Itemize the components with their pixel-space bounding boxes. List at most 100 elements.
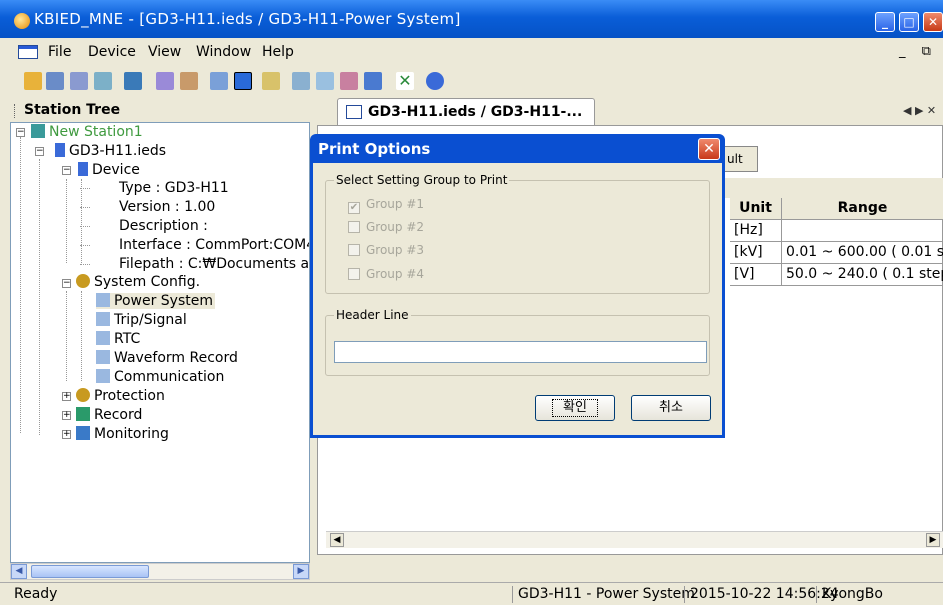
header-line-input[interactable] bbox=[334, 341, 707, 363]
upload-icon[interactable] bbox=[156, 72, 174, 90]
print-options-dialog: Print Options ✕ Select Setting Group to … bbox=[310, 134, 725, 438]
tree-node-monitoring[interactable]: Monitoring bbox=[76, 426, 169, 442]
group-4-checkbox[interactable]: Group #4 bbox=[348, 267, 424, 281]
cell-range[interactable] bbox=[782, 220, 943, 242]
setting-group-box: Select Setting Group to Print ✔ Group #1 … bbox=[325, 173, 710, 294]
expand-toggle[interactable]: + bbox=[62, 430, 71, 439]
tree-node-device[interactable]: Device bbox=[78, 162, 140, 178]
tab-navigation-arrows[interactable]: ◀ ▶ ✕ bbox=[903, 104, 936, 117]
collapse-toggle[interactable]: − bbox=[16, 128, 25, 137]
tree-node-record[interactable]: Record bbox=[76, 407, 142, 423]
close-window-button[interactable]: ✕ bbox=[923, 12, 943, 32]
tree-node-communication[interactable]: Communication bbox=[96, 369, 224, 385]
tree-icon[interactable] bbox=[124, 72, 142, 90]
save-icon[interactable] bbox=[46, 72, 64, 90]
cell-unit[interactable]: [kV] bbox=[730, 242, 782, 264]
monitor-icon bbox=[76, 426, 90, 440]
tree-node-power-system[interactable]: Power System bbox=[96, 293, 215, 309]
menu-file[interactable]: File bbox=[48, 44, 71, 60]
tree-horizontal-scrollbar[interactable]: ◀ ▶ bbox=[10, 563, 310, 580]
cell-unit[interactable]: [V] bbox=[730, 264, 782, 286]
ok-button[interactable]: 확인 bbox=[535, 395, 615, 421]
document-icon[interactable] bbox=[18, 45, 38, 59]
checkbox-checked-icon: ✔ bbox=[348, 202, 360, 214]
open-icon[interactable] bbox=[24, 72, 42, 90]
tree-node-version[interactable]: Version : 1.00 bbox=[119, 199, 215, 215]
group-3-checkbox[interactable]: Group #3 bbox=[348, 243, 424, 257]
expand-toggle[interactable]: + bbox=[62, 392, 71, 401]
menu-device[interactable]: Device bbox=[88, 44, 136, 60]
download-icon[interactable] bbox=[180, 72, 198, 90]
result-button[interactable]: ult bbox=[722, 146, 758, 172]
scroll-right-arrow-icon[interactable]: ▶ bbox=[293, 564, 309, 579]
mdi-controls[interactable]: _ ⧉ ✕ bbox=[899, 44, 943, 59]
save-all-icon[interactable] bbox=[70, 72, 88, 90]
cell-unit[interactable]: [Hz] bbox=[730, 220, 782, 242]
gears-icon bbox=[76, 388, 90, 402]
wrench-doc-icon bbox=[96, 312, 110, 326]
expand-toggle[interactable]: + bbox=[62, 411, 71, 420]
waveform-icon[interactable] bbox=[340, 72, 358, 90]
collapse-toggle[interactable]: − bbox=[62, 166, 71, 175]
menu-help[interactable]: Help bbox=[262, 44, 294, 60]
tree-node-trip-signal[interactable]: Trip/Signal bbox=[96, 312, 187, 328]
collapse-toggle[interactable]: − bbox=[62, 279, 71, 288]
tree-node-description[interactable]: Description : bbox=[119, 218, 208, 234]
window-icon[interactable] bbox=[292, 72, 310, 90]
scroll-left-arrow-icon[interactable]: ◀ bbox=[11, 564, 27, 579]
status-ready: Ready bbox=[14, 586, 58, 602]
tree-node-waveform-record[interactable]: Waveform Record bbox=[96, 350, 238, 366]
content-horizontal-scrollbar[interactable]: ◀ ▶ bbox=[326, 531, 943, 548]
cancel-x-icon[interactable]: ✕ bbox=[396, 72, 414, 90]
column-header-range[interactable]: Range bbox=[782, 198, 943, 220]
record-icon bbox=[76, 407, 90, 421]
gears-icon bbox=[76, 274, 90, 288]
header-line-box: Header Line bbox=[325, 308, 710, 376]
connect-icon[interactable] bbox=[94, 72, 112, 90]
tree-node-interface[interactable]: Interface : CommPort:COM4, B bbox=[119, 237, 309, 253]
group-2-checkbox[interactable]: Group #2 bbox=[348, 220, 424, 234]
wrench-doc-icon bbox=[96, 331, 110, 345]
window-title: KBIED_MNE - [GD3-H11.ieds / GD3-H11-Powe… bbox=[34, 10, 461, 28]
tree-node-rtc[interactable]: RTC bbox=[96, 331, 140, 347]
device-icon bbox=[78, 162, 88, 176]
settings-icon[interactable] bbox=[210, 72, 228, 90]
status-user: KyongBo bbox=[822, 586, 883, 602]
tree-node-protection[interactable]: Protection bbox=[76, 388, 165, 404]
tree-node-system-config[interactable]: System Config. bbox=[76, 274, 200, 290]
cell-range[interactable]: 50.0 ~ 240.0 ( 0.1 step ) bbox=[782, 264, 943, 286]
scroll-left-arrow-icon[interactable]: ◀ bbox=[330, 533, 344, 547]
menu-window[interactable]: Window bbox=[196, 44, 251, 60]
collapse-toggle[interactable]: − bbox=[35, 147, 44, 156]
dialog-close-icon[interactable]: ✕ bbox=[698, 138, 720, 160]
document-icon bbox=[346, 105, 362, 119]
header-line-label: Header Line bbox=[334, 308, 411, 322]
station-icon bbox=[31, 124, 45, 138]
wrench-doc-icon bbox=[96, 350, 110, 364]
scroll-right-arrow-icon[interactable]: ▶ bbox=[926, 533, 940, 547]
chart-icon[interactable] bbox=[316, 72, 334, 90]
cell-range[interactable]: 0.01 ~ 600.00 ( 0.01 step bbox=[782, 242, 943, 264]
menu-bar: File Device View Window Help _ ⧉ ✕ bbox=[0, 38, 943, 66]
maximize-button[interactable]: □ bbox=[899, 12, 919, 32]
help-icon[interactable] bbox=[426, 72, 444, 90]
cancel-button[interactable]: 취소 bbox=[631, 395, 711, 421]
tab-document[interactable]: GD3-H11.ieds / GD3-H11-... bbox=[337, 98, 595, 125]
tree-node-ieds-file[interactable]: GD3-H11.ieds bbox=[55, 143, 166, 159]
tree-node-filepath[interactable]: Filepath : C:₩Documents and bbox=[119, 256, 309, 272]
column-header-unit[interactable]: Unit bbox=[730, 198, 782, 220]
minimize-button[interactable]: _ bbox=[875, 12, 895, 32]
group-1-checkbox[interactable]: ✔ Group #1 bbox=[348, 197, 424, 214]
export-icon[interactable] bbox=[364, 72, 382, 90]
tab-label: GD3-H11.ieds / GD3-H11-... bbox=[368, 104, 583, 120]
status-bar: Ready GD3-H11 - Power System 2015-10-22 … bbox=[0, 582, 943, 605]
print-icon[interactable] bbox=[234, 72, 252, 90]
station-tree[interactable]: − New Station1 − GD3-H11.ieds − Device T… bbox=[10, 122, 310, 563]
wrench-doc-icon bbox=[96, 293, 110, 307]
list-icon[interactable] bbox=[262, 72, 280, 90]
tree-node-type[interactable]: Type : GD3-H11 bbox=[119, 180, 229, 196]
menu-view[interactable]: View bbox=[148, 44, 181, 60]
title-bar[interactable]: KBIED_MNE - [GD3-H11.ieds / GD3-H11-Powe… bbox=[0, 0, 943, 38]
tree-node-station[interactable]: New Station1 bbox=[31, 124, 143, 140]
scroll-thumb[interactable] bbox=[31, 565, 149, 578]
